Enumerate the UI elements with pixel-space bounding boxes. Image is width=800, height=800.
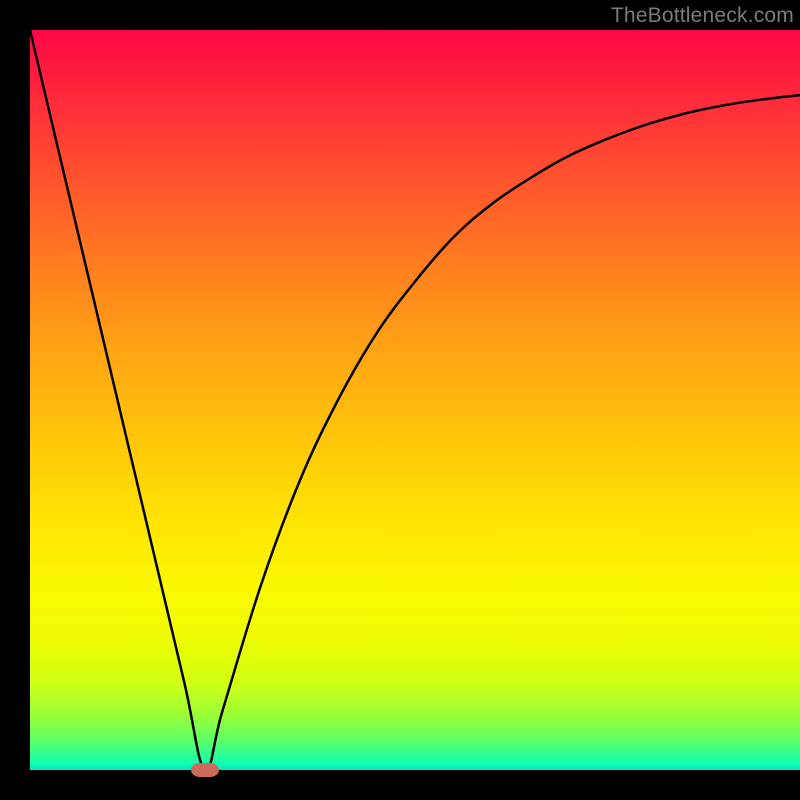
watermark-text: TheBottleneck.com: [611, 4, 794, 28]
minimum-marker: [191, 763, 219, 777]
bottleneck-curve: [30, 30, 800, 770]
chart-frame: TheBottleneck.com: [0, 0, 800, 800]
plot-area: [30, 30, 800, 770]
